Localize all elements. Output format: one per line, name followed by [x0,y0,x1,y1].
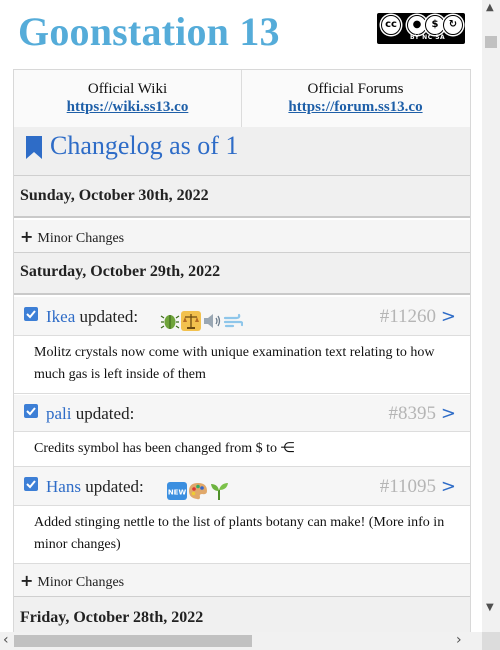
chevron-right-icon[interactable]: > [441,467,456,506]
author-row: Hans updated: NEW #11095 > [14,467,470,506]
horizontal-scrollbar[interactable]: ‹ › [0,632,482,650]
seedling-icon [209,476,229,500]
palette-icon [188,476,208,500]
cc-icon: cc [381,15,401,35]
by-icon: ● [407,15,427,35]
checkbox-icon [24,477,38,491]
date-header: Friday, October 28th, 2022 [14,597,470,632]
bookmark-icon [24,135,44,166]
wind-icon [223,306,244,328]
site-title: Goonstation 13 [18,9,280,54]
vertical-scrollbar[interactable]: ▲ ▼ [482,0,500,632]
entry-description: Credits symbol has been changed from $ t… [14,433,470,467]
checkbox-icon [24,404,38,418]
bug-icon [160,306,180,329]
author-name[interactable]: pali updated: [46,395,134,432]
scroll-up-icon[interactable]: ▲ [486,2,494,13]
horizontal-scroll-thumb[interactable] [14,635,252,647]
forum-link-cell: Official Forums https://forum.ss13.co [242,70,469,127]
plus-icon: + [20,227,34,246]
pr-number[interactable]: #8395 [389,395,437,432]
entry-description: Added stinging nettle to the list of pla… [14,507,470,564]
date-header: Sunday, October 30th, 2022 [14,176,470,218]
minor-changes-toggle[interactable]: + Minor Changes [14,564,470,597]
author-row: pali updated: #8395 > [14,395,470,432]
minor-changes-label: Minor Changes [37,231,125,246]
changelog-header: Changelog as of 1 [14,127,470,176]
nc-icon: $ [425,15,445,35]
entry-icons [160,306,244,331]
svg-text:NEW: NEW [168,489,187,497]
pr-number[interactable]: #11095 [380,467,436,506]
entry-icons: NEW [167,476,229,500]
checkbox-icon [24,307,38,321]
cc-license-badge[interactable]: cc ● $ ↻ BY NC SA [377,13,465,44]
pr-number[interactable]: #11260 [380,297,436,336]
page: Goonstation 13 cc ● $ ↻ BY NC SA Officia… [0,0,482,632]
chevron-right-icon[interactable]: > [441,395,456,432]
license-label: BY NC SA [410,34,446,41]
minor-changes-label: Minor Changes [37,575,125,590]
new-icon: NEW [167,476,187,500]
sa-icon: ↻ [443,15,463,35]
scroll-down-icon[interactable]: ▼ [486,602,494,613]
balance-icon [181,306,201,331]
vertical-scroll-thumb[interactable] [485,36,497,48]
plus-icon: + [20,571,34,590]
author-name[interactable]: Ikea updated: [46,297,138,336]
links-row: Official Wiki https://wiki.ss13.co Offic… [14,70,470,128]
entry-description: Molitz crystals now come with unique exa… [14,337,470,394]
minor-changes-toggle[interactable]: + Minor Changes [14,220,470,253]
forum-link[interactable]: https://forum.ss13.co [242,99,469,116]
author-name[interactable]: Hans updated: [46,467,144,506]
forum-title: Official Forums [307,81,404,97]
changelog-title: Changelog as of 1 [50,131,239,160]
scrollbar-corner [482,632,500,650]
chevron-right-icon[interactable]: > [441,297,456,336]
author-row: Ikea updated: #11260 > [14,297,470,336]
wiki-title: Official Wiki [87,81,168,97]
scroll-right-icon[interactable]: › [456,632,462,648]
sound-icon [202,306,222,328]
scroll-left-icon[interactable]: ‹ [3,632,9,648]
wiki-link[interactable]: https://wiki.ss13.co [14,99,241,116]
changelog-panel: Official Wiki https://wiki.ss13.co Offic… [13,69,471,632]
date-header: Saturday, October 29th, 2022 [14,253,470,295]
wiki-link-cell: Official Wiki https://wiki.ss13.co [14,70,241,127]
